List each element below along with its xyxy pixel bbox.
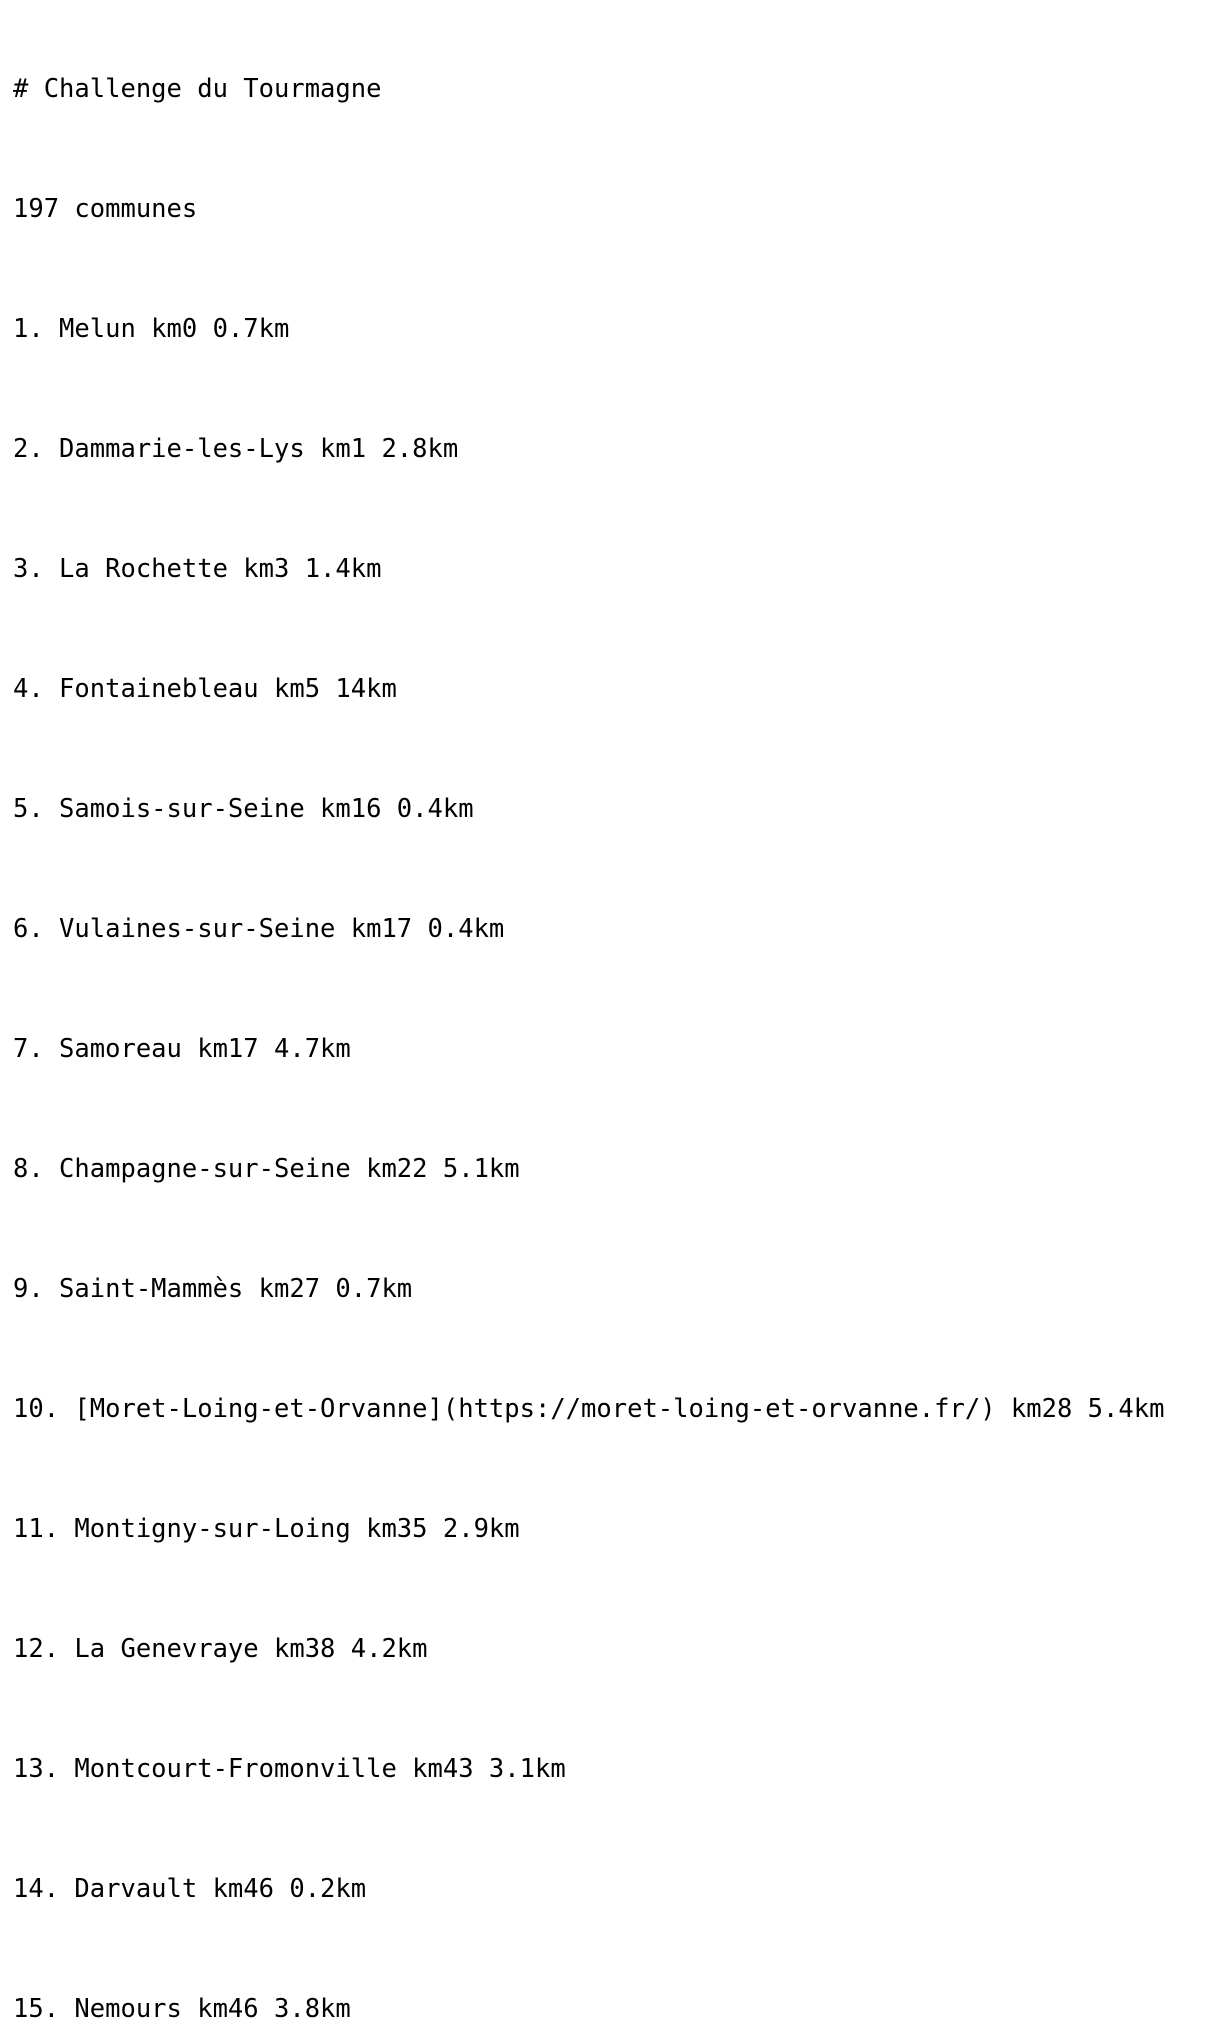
document-heading: # Challenge du Tourmagne [13, 74, 382, 104]
list-item: 1. Melun km0 0.7km [13, 314, 290, 344]
list-item: 3. La Rochette km3 1.4km [13, 554, 382, 584]
list-item: 9. Saint-Mammès km27 0.7km [13, 1274, 413, 1304]
list-item: 6. Vulaines-sur-Seine km17 0.4km [13, 914, 505, 944]
list-item: 14. Darvault km46 0.2km [13, 1874, 367, 1904]
list-item: 15. Nemours km46 3.8km [13, 1994, 351, 2024]
commune-count: 197 communes [13, 194, 198, 224]
list-item: 12. La Genevraye km38 4.2km [13, 1634, 428, 1664]
list-item: 7. Samoreau km17 4.7km [13, 1034, 351, 1064]
list-item: 10. [Moret-Loing-et-Orvanne](https://mor… [13, 1394, 1165, 1424]
list-item: 11. Montigny-sur-Loing km35 2.9km [13, 1514, 520, 1544]
list-item: 8. Champagne-sur-Seine km22 5.1km [13, 1154, 520, 1184]
list-item: 4. Fontainebleau km5 14km [13, 674, 397, 704]
markdown-document: # Challenge du Tourmagne 197 communes 1.… [13, 12, 1164, 2044]
list-item: 5. Samois-sur-Seine km16 0.4km [13, 794, 474, 824]
list-item: 2. Dammarie-les-Lys km1 2.8km [13, 434, 459, 464]
list-item: 13. Montcourt-Fromonville km43 3.1km [13, 1754, 566, 1784]
